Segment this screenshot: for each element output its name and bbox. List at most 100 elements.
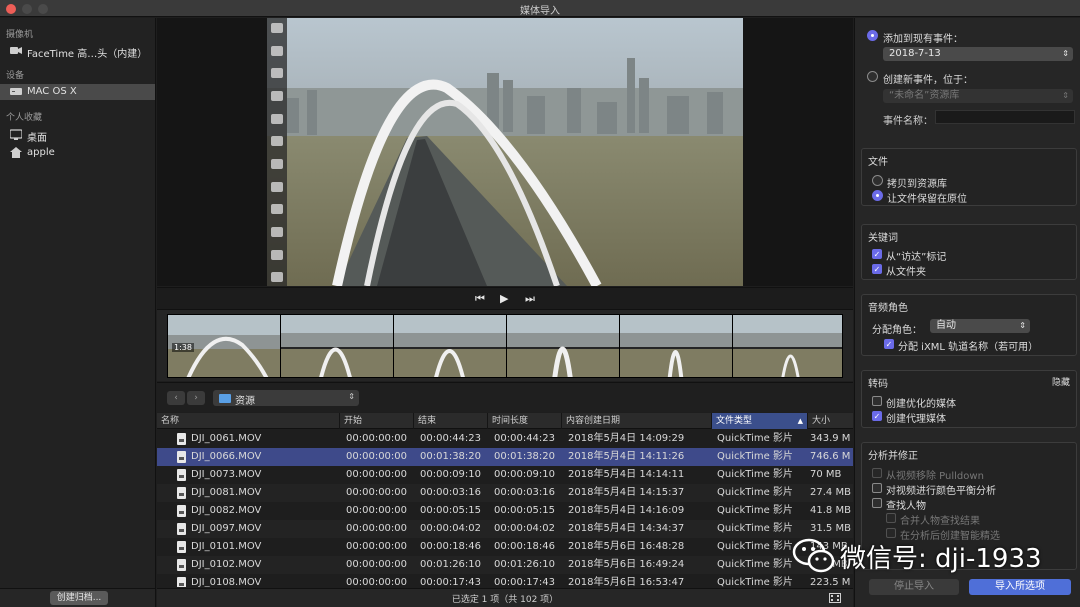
- create-optimized-media-checkbox[interactable]: [872, 396, 882, 406]
- column-header-end[interactable]: 结束: [413, 413, 487, 429]
- thumbnail-strip: 1:38: [157, 309, 853, 381]
- column-header-name[interactable]: 名称: [157, 413, 339, 429]
- create-archive-button[interactable]: 创建归档...: [50, 591, 108, 605]
- sidebar-item-desktop[interactable]: 桌面: [0, 127, 155, 144]
- movie-file-icon: [177, 487, 186, 499]
- column-header-created[interactable]: 内容创建日期: [561, 413, 711, 429]
- table-cell: 00:00:09:10: [494, 469, 556, 480]
- sprocket: [271, 136, 283, 146]
- from-folders-checkbox[interactable]: ✓: [872, 264, 882, 274]
- sidebar-item-facetime[interactable]: FaceTime 高…头（内建）: [0, 43, 155, 60]
- column-header-start[interactable]: 开始: [339, 413, 413, 429]
- hide-transcode-link[interactable]: 隐藏: [1052, 375, 1070, 388]
- files-section: 文件 拷贝到资源库 让文件保留在原位: [861, 148, 1077, 206]
- movie-file-icon: [177, 433, 186, 445]
- viewer: [157, 18, 853, 286]
- table-row[interactable]: DJI_0066.MOV 00:00:00:00 00:01:38:20 00:01:…: [157, 448, 853, 466]
- table-row[interactable]: DJI_0082.MOV 00:00:00:00 00:00:05:15 00:00:…: [157, 502, 853, 520]
- table-row[interactable]: DJI_0061.MOV 00:00:00:00 00:00:44:23 00:00:…: [157, 430, 853, 448]
- ixml-track-names-checkbox[interactable]: ✓: [884, 339, 894, 349]
- selection-status: 已选定 1 项（共 102 项）: [451, 595, 559, 605]
- table-cell: 00:00:00:00: [346, 469, 408, 480]
- create-new-event-label: 创建新事件，位于：: [883, 75, 973, 86]
- table-cell: DJI_0108.MOV: [191, 577, 262, 587]
- consolidate-people-checkbox[interactable]: [886, 513, 896, 523]
- table-cell: QuickTime 影片: [717, 505, 793, 516]
- sidebar-item-apple[interactable]: apple: [0, 145, 155, 161]
- column-header-duration[interactable]: 时间长度: [487, 413, 561, 429]
- table-cell: 27.4 MB: [810, 487, 851, 498]
- color-balance-checkbox[interactable]: [872, 483, 882, 493]
- forward-button[interactable]: ›: [187, 391, 205, 405]
- folder-select[interactable]: 资源 ⇕: [213, 390, 359, 407]
- wechat-logo-icon: [792, 538, 835, 573]
- event-name-field[interactable]: [935, 110, 1075, 124]
- sprocket: [271, 204, 283, 214]
- new-event-library-select[interactable]: “未命名”资源库 ⇕: [883, 89, 1073, 103]
- leave-in-place-radio[interactable]: [872, 190, 883, 201]
- table-cell: 00:01:26:10: [494, 559, 556, 570]
- table-cell: 2018年5月4日 14:34:37: [568, 523, 685, 534]
- filmstrip-view-icon[interactable]: [829, 593, 841, 603]
- create-optimized-media-label: 创建优化的媒体: [886, 399, 956, 410]
- table-cell: QuickTime 影片: [717, 487, 793, 498]
- sidebar-item-mac-os-x[interactable]: MAC OS X: [0, 84, 155, 100]
- clip-filmstrip[interactable]: 1:38: [167, 314, 843, 378]
- updown-arrows-icon: ⇕: [1062, 49, 1069, 58]
- sprocket: [271, 114, 283, 124]
- leave-in-place-label: 让文件保留在原位: [887, 194, 967, 205]
- back-button[interactable]: ‹: [167, 391, 185, 405]
- folder-name: 资源: [235, 396, 255, 407]
- table-cell: 00:00:09:10: [420, 469, 482, 480]
- event-name-label: 事件名称：: [883, 116, 933, 127]
- table-cell: 00:01:38:20: [494, 451, 556, 462]
- stop-import-button[interactable]: 停止导入: [869, 579, 959, 595]
- table-row[interactable]: DJI_0108.MOV 00:00:00:00 00:00:17:43 00:00:…: [157, 574, 853, 587]
- copy-to-library-radio[interactable]: [872, 175, 883, 186]
- create-proxy-media-label: 创建代理媒体: [886, 414, 946, 425]
- table-cell: 00:00:00:00: [346, 433, 408, 444]
- table-cell: 00:00:00:00: [346, 541, 408, 552]
- table-cell: 00:00:00:00: [346, 523, 408, 534]
- existing-event-select[interactable]: 2018-7-13 ⇕: [883, 47, 1073, 61]
- table-row[interactable]: DJI_0101.MOV 00:00:00:00 00:00:18:46 00:00:…: [157, 538, 853, 556]
- table-row[interactable]: DJI_0102.MOV 00:00:00:00 00:01:26:10 00:01:…: [157, 556, 853, 574]
- find-people-label: 查找人物: [886, 501, 926, 512]
- play-icon[interactable]: ▶: [500, 292, 508, 305]
- sprocket: [271, 227, 283, 237]
- table-cell: 00:00:00:00: [346, 451, 408, 462]
- add-to-existing-event-radio[interactable]: [867, 30, 878, 41]
- table-row[interactable]: DJI_0073.MOV 00:00:00:00 00:00:09:10 00:00:…: [157, 466, 853, 484]
- assign-roles-select[interactable]: 自动 ⇕: [930, 319, 1030, 333]
- consolidate-people-label: 合并人物查找结果: [900, 516, 980, 527]
- finder-tags-checkbox[interactable]: ✓: [872, 249, 882, 259]
- next-icon[interactable]: ⏭: [525, 292, 535, 306]
- movie-file-icon: [177, 523, 186, 535]
- previous-icon[interactable]: ⏮: [475, 292, 485, 306]
- sidebar-item-label: apple: [27, 147, 55, 158]
- table-cell: DJI_0097.MOV: [191, 523, 262, 534]
- table-cell: 2018年5月4日 14:14:11: [568, 469, 685, 480]
- create-proxy-media-checkbox[interactable]: ✓: [872, 411, 882, 421]
- assign-roles-label: 分配角色：: [872, 325, 922, 336]
- table-cell: 41.8 MB: [810, 505, 851, 516]
- chevron-right-icon: ›: [194, 393, 198, 403]
- sidebar-item-label: 桌面: [27, 133, 47, 144]
- table-row[interactable]: DJI_0097.MOV 00:00:00:00 00:00:04:02 00:00:…: [157, 520, 853, 538]
- remove-pulldown-checkbox[interactable]: [872, 468, 882, 478]
- table-header: 名称 开始 结束 时间长度 内容创建日期 文件类型 ▲ 大小: [157, 413, 853, 429]
- sidebar-header-cameras: 摄像机: [6, 30, 34, 40]
- keywords-section: 关键词 ✓ 从“访达”标记 ✓ 从文件夹: [861, 224, 1077, 280]
- add-existing-label: 添加到现有事件：: [883, 34, 963, 45]
- table-cell: DJI_0061.MOV: [191, 433, 262, 444]
- create-new-event-radio[interactable]: [867, 71, 878, 82]
- column-header-size[interactable]: 大小: [807, 413, 853, 429]
- find-people-checkbox[interactable]: [872, 498, 882, 508]
- table-cell: 00:00:18:46: [494, 541, 556, 552]
- import-selected-button[interactable]: 导入所选项: [969, 579, 1071, 595]
- column-header-type[interactable]: 文件类型 ▲: [711, 413, 807, 429]
- movie-file-icon: [177, 505, 186, 517]
- table-cell: 2018年5月6日 16:49:24: [568, 559, 685, 570]
- table-row[interactable]: DJI_0081.MOV 00:00:00:00 00:00:03:16 00:00:…: [157, 484, 853, 502]
- table-cell: DJI_0066.MOV: [191, 451, 262, 462]
